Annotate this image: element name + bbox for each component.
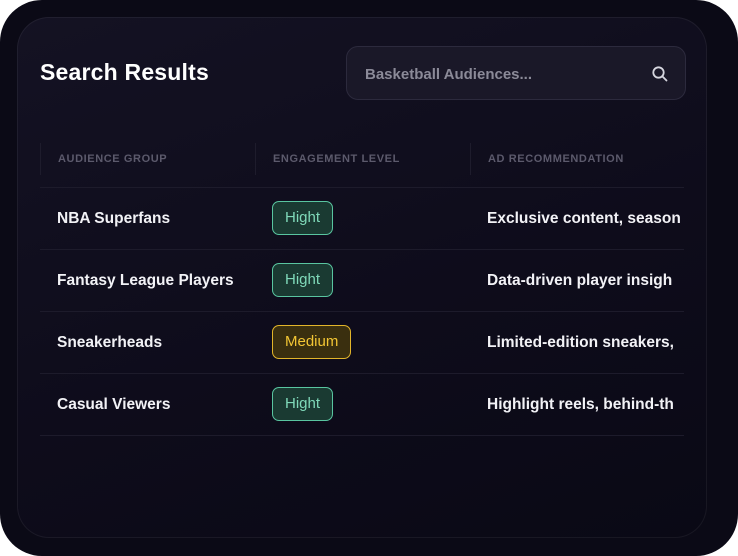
ad-recommendation-cell: Limited-edition sneakers, <box>487 334 674 351</box>
audience-group-cell: Casual Viewers <box>57 396 171 413</box>
ad-recommendation-cell: Highlight reels, behind-th <box>487 396 674 413</box>
results-table: AUDIENCE GROUP ENGAGEMENT LEVEL AD RECOM… <box>40 143 684 436</box>
app-frame: Search Results AUDIENCE GROUP ENGAGEMENT… <box>0 0 738 556</box>
table-row[interactable]: Fantasy League Players Hight Data-driven… <box>40 250 684 312</box>
audience-group-cell: Sneakerheads <box>57 334 163 351</box>
search-box[interactable] <box>346 46 686 101</box>
table-header: AUDIENCE GROUP ENGAGEMENT LEVEL AD RECOM… <box>40 143 684 188</box>
audience-group-cell: NBA Superfans <box>57 210 171 227</box>
search-icon[interactable] <box>651 65 669 83</box>
column-header-engagement-level[interactable]: ENGAGEMENT LEVEL <box>255 143 400 175</box>
results-panel: Search Results AUDIENCE GROUP ENGAGEMENT… <box>17 17 707 538</box>
engagement-badge: Hight <box>272 387 334 421</box>
ad-recommendation-cell: Exclusive content, season <box>487 210 681 227</box>
audience-group-cell: Fantasy League Players <box>57 272 234 289</box>
ad-recommendation-cell: Data-driven player insigh <box>487 272 673 289</box>
table-row[interactable]: NBA Superfans Hight Exclusive content, s… <box>40 188 684 250</box>
engagement-badge: Medium <box>272 325 352 359</box>
page-title: Search Results <box>40 59 209 85</box>
column-header-audience-group[interactable]: AUDIENCE GROUP <box>40 143 167 175</box>
search-input[interactable] <box>363 47 647 101</box>
engagement-badge: Hight <box>272 201 334 235</box>
column-header-ad-recommendation[interactable]: AD RECOMMENDATION <box>470 143 624 175</box>
table-row[interactable]: Sneakerheads Medium Limited-edition snea… <box>40 312 684 374</box>
table-row[interactable]: Casual Viewers Hight Highlight reels, be… <box>40 374 684 436</box>
engagement-badge: Hight <box>272 263 334 297</box>
